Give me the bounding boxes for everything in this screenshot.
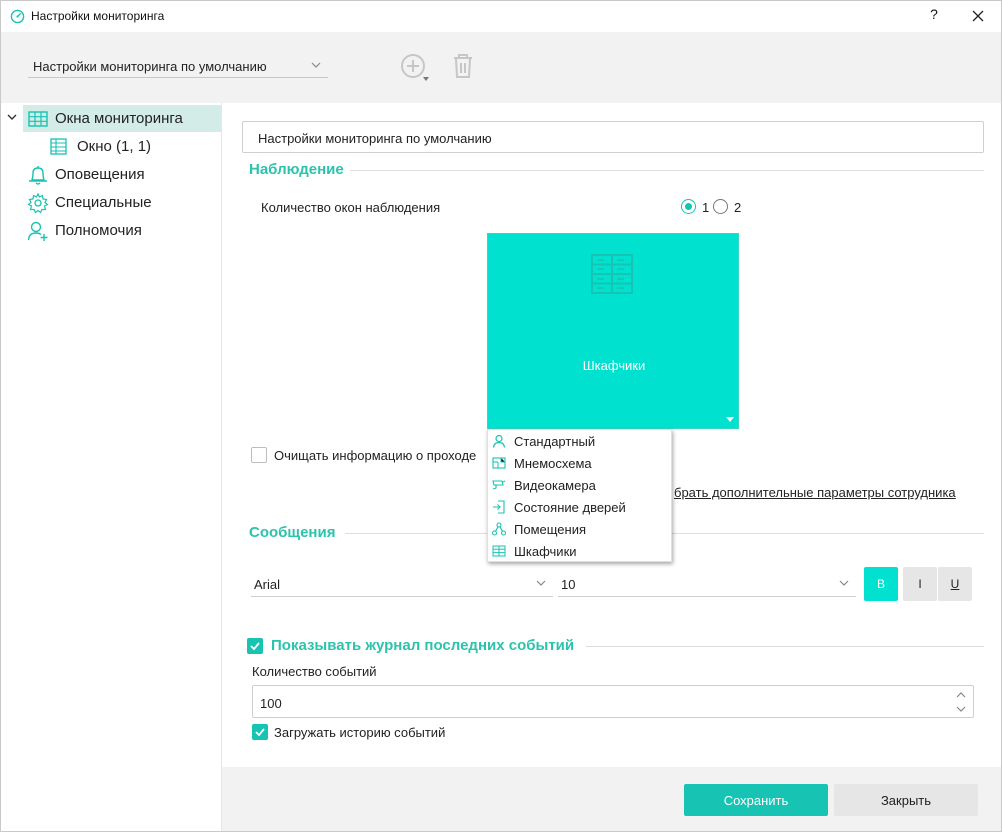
sidebar-item-permissions[interactable]: Полномочия xyxy=(27,217,221,244)
menu-item-label: Помещения xyxy=(514,521,587,537)
clear-info-label: Очищать информацию о проходе xyxy=(274,448,477,463)
table-icon xyxy=(50,137,67,155)
font-family-select[interactable]: Arial xyxy=(251,569,553,597)
lockers-icon xyxy=(492,545,506,557)
window-count-radio-2[interactable] xyxy=(713,199,728,214)
section-divider xyxy=(350,170,984,171)
person-icon xyxy=(492,434,506,448)
camera-icon xyxy=(492,480,506,490)
clear-info-checkbox[interactable] xyxy=(251,447,267,463)
checkmark-icon xyxy=(250,642,260,651)
delete-preset-button[interactable] xyxy=(451,52,475,80)
sidebar-tree: Окна мониторинга Окно (1, 1) Оповещения xyxy=(1,103,222,831)
close-button[interactable]: Закрыть xyxy=(834,784,978,816)
menu-item-camera[interactable]: Видеокамера xyxy=(488,474,671,496)
checkmark-icon xyxy=(255,728,265,737)
section-heading-observation: Наблюдение xyxy=(249,161,344,178)
window-count-option-1-label: 1 xyxy=(702,200,710,215)
spin-down-icon[interactable] xyxy=(955,704,967,714)
sidebar-item-label: Полномочия xyxy=(55,222,142,239)
menu-item-label: Мнемосхема xyxy=(514,455,592,471)
sidebar-item-window-1-1[interactable]: Окно (1, 1) xyxy=(49,133,221,160)
window-count-option-2-label: 2 xyxy=(734,200,742,215)
mnemo-icon xyxy=(492,457,506,469)
extra-params-link[interactable]: брать дополнительные параметры сотрудник… xyxy=(674,485,956,500)
menu-item-door-status[interactable]: Состояние дверей xyxy=(488,496,671,518)
tile-dropdown-caret-icon[interactable] xyxy=(726,417,734,422)
help-button[interactable]: ? xyxy=(927,6,941,26)
toolbar: Настройки мониторинга по умолчанию xyxy=(1,32,1001,103)
sidebar-item-notifications[interactable]: Оповещения xyxy=(27,161,221,188)
load-history-label: Загружать историю событий xyxy=(274,725,446,740)
menu-item-label: Состояние дверей xyxy=(514,499,626,515)
menu-item-lockers[interactable]: Шкафчики xyxy=(488,540,671,562)
sidebar-item-label: Оповещения xyxy=(55,166,145,183)
load-history-checkbox[interactable] xyxy=(252,724,268,740)
settings-window: Настройки мониторинга ? Настройки монито… xyxy=(0,0,1002,832)
event-count-value: 100 xyxy=(260,696,282,711)
section-heading-messages: Сообщения xyxy=(249,524,336,541)
preset-select[interactable]: Настройки мониторинга по умолчанию xyxy=(28,54,328,78)
menu-item-label: Видеокамера xyxy=(514,477,596,493)
menu-item-standard[interactable]: Стандартный xyxy=(488,430,671,452)
chevron-down-icon xyxy=(839,580,849,586)
font-family-value: Arial xyxy=(254,577,281,592)
underline-button[interactable]: U xyxy=(938,567,972,601)
section-heading-journal: Показывать журнал последних событий xyxy=(271,637,575,654)
lockers-icon xyxy=(591,254,633,294)
bold-button[interactable]: B xyxy=(864,567,898,601)
gear-icon xyxy=(27,192,49,213)
user-plus-icon xyxy=(27,221,48,241)
monitoring-window-tile[interactable]: Шкафчики xyxy=(487,233,739,429)
add-preset-button[interactable] xyxy=(399,52,431,84)
sidebar-item-monitoring-windows[interactable]: Окна мониторинга xyxy=(23,105,221,132)
preset-select-value: Настройки мониторинга по умолчанию xyxy=(33,59,267,74)
grid-icon xyxy=(28,110,48,127)
gauge-icon xyxy=(10,9,25,24)
window-count-label: Количество окон наблюдения xyxy=(261,200,441,215)
event-count-input[interactable]: 100 xyxy=(252,685,974,718)
spin-up-icon[interactable] xyxy=(955,690,967,700)
settings-name-field[interactable]: Настройки мониторинга по умолчанию xyxy=(242,121,984,153)
save-button[interactable]: Сохранить xyxy=(684,784,828,816)
network-icon xyxy=(492,522,506,536)
bell-icon xyxy=(29,165,47,185)
chevron-down-icon xyxy=(536,580,546,586)
menu-item-rooms[interactable]: Помещения xyxy=(488,518,671,540)
sidebar-item-special[interactable]: Специальные xyxy=(27,189,221,216)
menu-item-label: Стандартный xyxy=(514,433,596,449)
show-journal-checkbox[interactable] xyxy=(247,638,263,654)
section-divider xyxy=(586,646,984,647)
chevron-down-icon[interactable] xyxy=(6,111,18,123)
sidebar-item-label: Окна мониторинга xyxy=(55,110,183,127)
menu-item-mnemo[interactable]: Мнемосхема xyxy=(488,452,671,474)
menu-item-label: Шкафчики xyxy=(514,543,577,559)
sidebar-item-label: Окно (1, 1) xyxy=(77,138,152,155)
door-icon xyxy=(493,500,505,514)
window-title: Настройки мониторинга xyxy=(31,9,165,23)
footer: Сохранить Закрыть xyxy=(222,767,1001,831)
font-size-value: 10 xyxy=(561,577,576,592)
italic-button[interactable]: I xyxy=(903,567,937,601)
tile-label: Шкафчики xyxy=(582,358,646,373)
close-icon[interactable] xyxy=(967,5,989,27)
font-size-select[interactable]: 10 xyxy=(558,569,856,597)
window-count-radio-1[interactable] xyxy=(681,199,696,214)
chevron-down-icon xyxy=(311,62,321,68)
window-type-menu: Стандартный Мнемосхема Видеокамера Состо… xyxy=(487,429,672,562)
sidebar-item-label: Специальные xyxy=(55,194,152,211)
event-count-label: Количество событий xyxy=(252,664,377,679)
title-bar: Настройки мониторинга ? xyxy=(1,1,1001,32)
